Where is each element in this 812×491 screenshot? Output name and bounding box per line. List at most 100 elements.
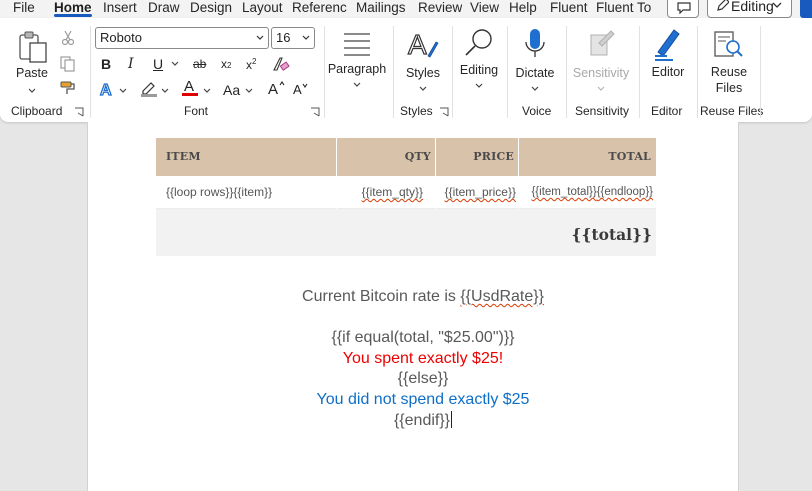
not-spent-line[interactable]: You did not spend exactly $25: [87, 391, 759, 409]
underline-button[interactable]: U: [153, 56, 163, 72]
clipboard-icon: [19, 31, 47, 63]
styles-label: Styles: [405, 66, 441, 80]
reuse-label-line1: Reuse: [710, 65, 748, 79]
paste-button[interactable]: Paste: [12, 28, 52, 100]
text-effects-icon[interactable]: A: [99, 81, 117, 98]
tab-review[interactable]: Review: [418, 0, 462, 18]
tab-file[interactable]: File: [13, 0, 35, 18]
comment-icon: [677, 2, 691, 14]
tab-draw[interactable]: Draw: [148, 0, 180, 18]
cut-icon[interactable]: [61, 30, 75, 46]
sensitivity-label: Sensitivity: [572, 66, 630, 80]
tab-view[interactable]: View: [470, 0, 499, 18]
editor-pen-icon: [655, 29, 680, 61]
editor-button[interactable]: Editor: [643, 28, 693, 100]
strikethrough-button[interactable]: ab: [193, 56, 206, 72]
font-name-combobox[interactable]: Roboto: [95, 27, 269, 49]
bold-button[interactable]: B: [101, 56, 111, 72]
tab-mailings[interactable]: Mailings: [356, 0, 406, 18]
table-cell-price[interactable]: {{item_price}}: [436, 176, 518, 209]
styles-group-label: Styles: [400, 104, 433, 118]
sensitivity-label-icon: [590, 30, 615, 56]
tab-references[interactable]: References: [292, 0, 347, 18]
bitcoin-rate-line[interactable]: Current Bitcoin rate is {{UsdRate}}: [87, 288, 759, 306]
svg-text:A: A: [268, 81, 278, 96]
endloop-tag: {{endloop}}: [596, 186, 653, 198]
table-header-price: PRICE: [436, 138, 518, 176]
highlighter-icon[interactable]: [140, 80, 158, 97]
table-header-qty: QTY: [337, 138, 435, 176]
font-size-combobox[interactable]: 16: [271, 27, 315, 49]
grow-font-icon[interactable]: A: [268, 80, 286, 96]
chevron-down-icon[interactable]: [171, 61, 179, 66]
table-header-item: ITEM: [156, 138, 336, 176]
italic-button[interactable]: I: [128, 56, 134, 72]
dialog-launcher-icon[interactable]: [439, 107, 449, 117]
chevron-down-icon[interactable]: [203, 88, 211, 93]
font-group-label: Font: [184, 104, 209, 118]
font-size-value: 16: [276, 30, 291, 45]
chevron-down-icon: [475, 83, 483, 88]
font-color-icon[interactable]: A: [181, 78, 199, 97]
dialog-launcher-icon[interactable]: [74, 107, 84, 117]
table-total-row[interactable]: {{total}}: [156, 209, 656, 256]
total-value: {{total}}: [571, 225, 652, 244]
tab-fluent-tools[interactable]: Fluent To: [596, 0, 658, 18]
table-cell-qty[interactable]: {{item_qty}}: [337, 176, 435, 209]
editing-mode-dropdown[interactable]: Editing: [707, 0, 792, 18]
endif-line[interactable]: {{endif}}: [87, 411, 759, 430]
if-condition-line[interactable]: {{if equal(total, "$25.00")}}: [87, 329, 759, 347]
microphone-icon: [525, 29, 545, 57]
sensitivity-group-label: Sensitivity: [575, 104, 630, 118]
styles-button[interactable]: A Styles: [398, 28, 448, 100]
if-condition-text: {{if equal(total, "$25.00")}}: [331, 329, 515, 346]
paste-label: Paste: [16, 66, 48, 80]
clipboard-group-label: Clipboard: [11, 104, 63, 118]
chevron-down-icon: [256, 35, 264, 40]
change-case-button[interactable]: Aa: [223, 82, 240, 98]
total-tag: {{item_total}}: [531, 186, 597, 198]
dictate-label: Dictate: [515, 66, 555, 80]
superscript-button[interactable]: x2: [246, 54, 256, 73]
comments-button[interactable]: [667, 0, 699, 18]
chevron-down-icon[interactable]: [161, 88, 169, 93]
svg-text:A: A: [100, 82, 112, 98]
price-tag: {{item_price}}: [444, 185, 516, 199]
clear-formatting-icon[interactable]: [272, 56, 290, 73]
tab-insert[interactable]: Insert: [103, 0, 137, 18]
tab-home[interactable]: Home: [54, 0, 92, 18]
tab-layout[interactable]: Layout: [242, 0, 283, 18]
reuse-files-button[interactable]: Reuse Files: [702, 28, 756, 100]
tab-help[interactable]: Help: [509, 0, 537, 18]
subscript-button[interactable]: x2: [221, 56, 231, 74]
table-cell-item[interactable]: {{loop rows}}{{item}}: [156, 176, 336, 209]
dialog-launcher-icon[interactable]: [310, 107, 320, 117]
qty-tag: {{item_qty}}: [361, 185, 423, 199]
svg-text:A: A: [184, 78, 194, 95]
tab-fluent[interactable]: Fluent: [550, 0, 588, 18]
pencil-icon: [717, 0, 729, 11]
chevron-down-icon: [353, 82, 361, 87]
chevron-down-icon[interactable]: [245, 88, 253, 93]
ribbon: Paste Clipboard Roboto 16 B I U ab x2 x2…: [0, 18, 812, 122]
format-painter-icon[interactable]: [60, 80, 76, 96]
paragraph-label: Paragraph: [327, 62, 387, 76]
paragraph-button[interactable]: Paragraph: [326, 28, 388, 100]
sensitivity-button[interactable]: Sensitivity: [568, 28, 634, 100]
table-cell-total[interactable]: {{item_total}}{{endloop}}: [519, 176, 656, 209]
shrink-font-icon[interactable]: A: [293, 82, 310, 96]
spent-exactly-line[interactable]: You spent exactly $25!: [87, 350, 759, 368]
copy-icon[interactable]: [60, 56, 75, 72]
tab-design[interactable]: Design: [190, 0, 232, 18]
text-cursor: [451, 411, 453, 428]
chevron-down-icon[interactable]: [119, 88, 127, 93]
svg-text:A: A: [293, 82, 302, 96]
paragraph-icon: [344, 33, 370, 56]
ribbon-tabs: File Home Insert Draw Design Layout Refe…: [0, 0, 812, 18]
editing-button[interactable]: Editing: [454, 28, 504, 100]
editing-label: Editing: [459, 63, 499, 77]
chevron-down-icon: [597, 86, 605, 91]
dictate-button[interactable]: Dictate: [510, 28, 560, 100]
share-button[interactable]: [800, 0, 812, 18]
else-line[interactable]: {{else}}: [87, 370, 759, 388]
